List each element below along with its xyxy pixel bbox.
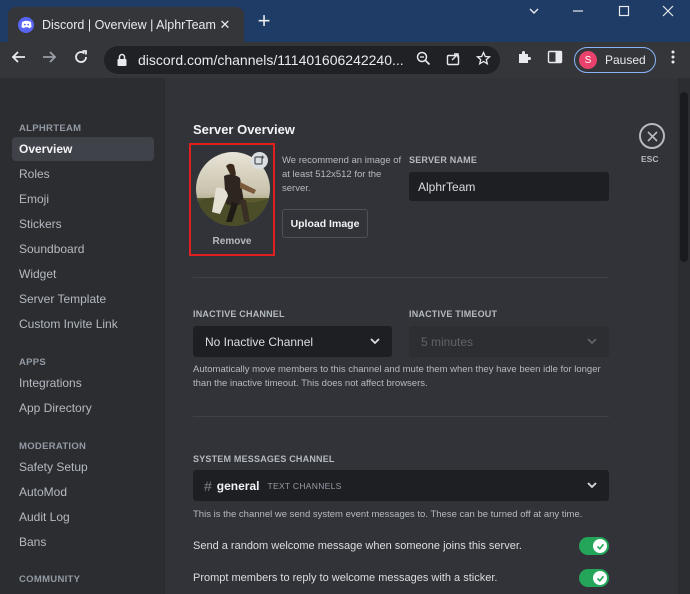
inactive-timeout-value: 5 minutes <box>421 334 474 349</box>
sidebar-item-widget[interactable]: Widget <box>12 262 154 286</box>
sidebar-item-custom-invite-link[interactable]: Custom Invite Link <box>12 312 154 336</box>
window-close-icon[interactable] <box>648 4 688 24</box>
checkmark-icon <box>593 571 607 585</box>
chrome-menu-icon[interactable] <box>662 49 684 71</box>
tab-close-icon[interactable]: ✕ <box>216 17 234 33</box>
esc-label: ESC <box>641 154 659 164</box>
inactive-channel-select[interactable]: No Inactive Channel <box>193 326 392 357</box>
sidebar-item-bans[interactable]: Bans <box>12 530 154 554</box>
server-name-input[interactable]: AlphrTeam <box>409 172 609 201</box>
system-messages-channel-select[interactable]: # general TEXT CHANNELS <box>193 470 609 501</box>
inactive-help-text: Automatically move members to this chann… <box>193 364 601 389</box>
sticker-prompt-toggle-row: Prompt members to reply to welcome messa… <box>193 568 609 588</box>
add-image-icon[interactable] <box>251 152 268 169</box>
page-title: Server Overview <box>193 122 295 137</box>
extensions-puzzle-icon[interactable] <box>513 49 535 71</box>
sidebar-item-safety-setup[interactable]: Safety Setup <box>12 455 154 479</box>
sidebar-item-audit-log[interactable]: Audit Log <box>12 505 154 529</box>
chevron-down-icon <box>587 338 597 345</box>
sidebar-item-emoji[interactable]: Emoji <box>12 187 154 211</box>
sticker-prompt-toggle-label: Prompt members to reply to welcome messa… <box>193 572 498 584</box>
maximize-icon[interactable] <box>604 4 644 24</box>
sidebar-section-alphrteam: ALPHRTEAM <box>19 123 82 134</box>
chevron-down-icon <box>587 482 597 489</box>
icon-recommendation-text: We recommend an image of at least 512x51… <box>282 155 402 194</box>
address-bar[interactable]: discord.com/channels/111401606242240... <box>104 46 500 74</box>
window-dropdown-icon[interactable] <box>514 4 554 24</box>
hash-icon: # <box>204 477 212 494</box>
zoom-icon[interactable] <box>408 51 438 69</box>
inactive-channel-value: No Inactive Channel <box>205 334 314 349</box>
server-icon-highlight-box: Remove <box>189 143 275 256</box>
browser-tab[interactable]: Discord | Overview | AlphrTeam ✕ <box>8 7 244 42</box>
system-messages-label: SYSTEM MESSAGES CHANNEL <box>193 454 335 464</box>
sidebar-item-server-template[interactable]: Server Template <box>12 287 154 311</box>
close-settings-button[interactable] <box>639 123 665 149</box>
system-messages-help-text: This is the channel we send system event… <box>193 509 583 520</box>
inactive-channel-label: INACTIVE CHANNEL <box>193 309 285 319</box>
discord-favicon-icon <box>18 16 34 33</box>
sidebar-item-soundboard[interactable]: Soundboard <box>12 237 154 261</box>
upload-image-button[interactable]: Upload Image <box>282 209 368 238</box>
scrollbar-thumb[interactable] <box>680 92 688 262</box>
minimize-icon[interactable] <box>558 4 598 24</box>
sticker-prompt-toggle[interactable] <box>579 569 609 587</box>
sidebar-item-overview[interactable]: Overview <box>12 137 154 161</box>
sidebar-section-apps: APPS <box>19 357 47 368</box>
section-divider <box>193 416 609 417</box>
sidebar-item-stickers[interactable]: Stickers <box>12 212 154 236</box>
welcome-message-toggle[interactable] <box>579 537 609 555</box>
browser-toolbar: discord.com/channels/111401606242240... … <box>0 42 690 78</box>
close-icon <box>646 130 658 142</box>
tab-title: Discord | Overview | AlphrTeam <box>42 17 216 32</box>
url-text: discord.com/channels/111401606242240... <box>138 52 404 68</box>
server-overview-panel: Server Overview ESC Remove We recommend … <box>165 78 678 594</box>
checkmark-icon <box>593 539 607 553</box>
sidebar-section-moderation: MODERATION <box>19 441 87 452</box>
profile-avatar: S <box>579 51 597 69</box>
forward-arrow-icon[interactable] <box>38 49 60 71</box>
profile-status: Paused <box>605 53 646 67</box>
welcome-message-toggle-label: Send a random welcome message when someo… <box>193 540 522 552</box>
system-channel-category: TEXT CHANNELS <box>267 480 342 491</box>
settings-sidebar: ALPHRTEAM Overview Roles Emoji Stickers … <box>0 78 165 594</box>
side-panel-icon[interactable] <box>544 49 566 71</box>
bookmark-star-icon[interactable] <box>468 50 498 69</box>
back-arrow-icon[interactable] <box>8 49 30 71</box>
profile-button[interactable]: S Paused <box>574 47 656 73</box>
sidebar-section-community: COMMUNITY <box>19 574 81 585</box>
inactive-timeout-select[interactable]: 5 minutes <box>409 326 609 357</box>
inactive-timeout-label: INACTIVE TIMEOUT <box>409 309 498 319</box>
remove-icon-link[interactable]: Remove <box>191 236 273 247</box>
sidebar-item-roles[interactable]: Roles <box>12 162 154 186</box>
content-scrollbar[interactable] <box>678 78 690 594</box>
share-icon[interactable] <box>438 51 468 69</box>
sidebar-item-automod[interactable]: AutoMod <box>12 480 154 504</box>
system-channel-name: general <box>216 478 260 493</box>
server-name-label: SERVER NAME <box>409 155 478 165</box>
chevron-down-icon <box>370 338 380 345</box>
browser-tab-bar: Discord | Overview | AlphrTeam ✕ + <box>0 0 690 42</box>
new-tab-button[interactable]: + <box>252 10 276 34</box>
section-divider <box>193 277 609 278</box>
welcome-message-toggle-row: Send a random welcome message when someo… <box>193 536 609 556</box>
sidebar-item-integrations[interactable]: Integrations <box>12 371 154 395</box>
sidebar-item-app-directory[interactable]: App Directory <box>12 396 154 420</box>
lock-icon <box>116 53 130 67</box>
reload-icon[interactable] <box>70 49 92 71</box>
